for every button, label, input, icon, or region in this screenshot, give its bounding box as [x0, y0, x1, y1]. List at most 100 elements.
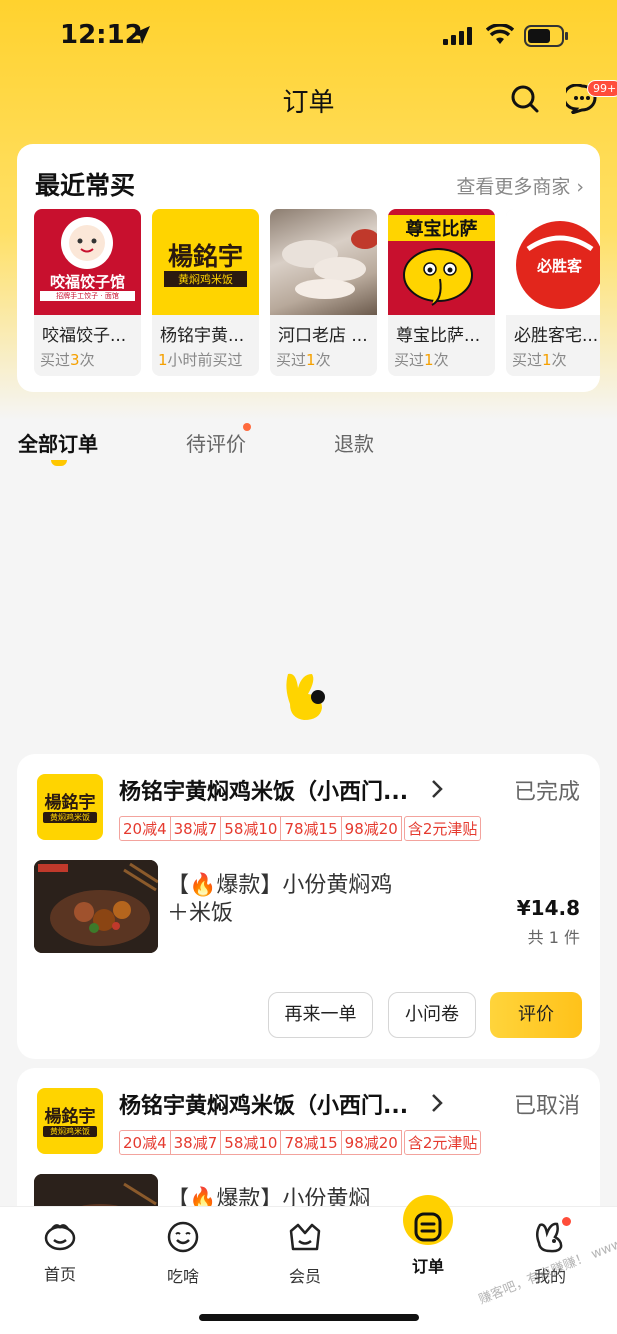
shop-purchase-info: 买过1次: [270, 346, 377, 370]
tab-home[interactable]: 首页: [15, 1221, 105, 1285]
elephant-mascot-icon: [403, 248, 473, 306]
shop-name: 尊宝比萨...: [396, 326, 481, 346]
subsidy-tag: 含2元津贴: [403, 816, 482, 841]
purchase-count: 1: [306, 351, 316, 369]
shop-item[interactable]: 河口老店 ... 买过1次: [270, 209, 377, 376]
promo-tag: 20减4: [119, 1130, 171, 1155]
shop-photo: [270, 209, 377, 315]
order-shop-name[interactable]: 杨铭宇黄焖鸡米饭（小西门...: [119, 774, 408, 806]
order-list-icon: [414, 1212, 442, 1242]
chevron-right-icon: ›: [576, 176, 584, 198]
shop-item[interactable]: 必胜客 必胜客宅... 买过1次: [506, 209, 600, 376]
shop-logo-subtext: 黄焖鸡米饭: [164, 271, 247, 287]
shop-logo: 尊宝比萨: [388, 209, 495, 315]
wifi-icon: [486, 24, 514, 44]
shop-logo: 必胜客: [506, 209, 600, 315]
shop-purchase-info: 1小时前买过: [152, 346, 259, 370]
purchase-count: 1: [424, 351, 434, 369]
view-more-label: 查看更多商家: [456, 176, 571, 198]
shop-logo-text: 楊銘宇: [44, 793, 96, 813]
order-status: 已完成: [513, 780, 580, 805]
shop-purchase-info: 买过1次: [506, 346, 600, 370]
purchase-suffix: 次: [315, 351, 331, 369]
me-notification-dot: [562, 1217, 571, 1226]
purchase-count: 1: [158, 351, 168, 369]
shop-logo-subtext: 黄焖鸡米饭: [43, 1126, 97, 1137]
pending-review-dot: [243, 423, 251, 431]
smile-face-icon: [167, 1221, 199, 1253]
order-price: ¥14.8: [516, 896, 580, 920]
shop-purchase-info: 买过3次: [34, 346, 141, 370]
order-item-count: 共 1 件: [527, 928, 580, 947]
tab-label: 吃啥: [166, 1267, 199, 1286]
seafood-photo-icon: [282, 229, 377, 299]
braised-chicken-photo-icon: [34, 860, 158, 953]
tab-what-to-eat[interactable]: 吃啥: [138, 1221, 228, 1287]
chevron-right-icon[interactable]: [430, 1092, 444, 1114]
shop-name: 杨铭宇黄...: [160, 326, 245, 346]
view-more-shops-link[interactable]: 查看更多商家 ›: [456, 172, 584, 199]
order-card[interactable]: 楊銘宇 黄焖鸡米饭 杨铭宇黄焖鸡米饭（小西门... 已完成 20减4 38减7 …: [17, 754, 600, 1059]
promo-tag: 78减15: [281, 816, 342, 841]
shop-item[interactable]: 楊銘宇 黄焖鸡米饭 杨铭宇黄... 1小时前买过: [152, 209, 259, 376]
purchase-prefix: 买过: [276, 351, 307, 369]
tab-label: 订单: [411, 1257, 444, 1276]
shop-logo-subtext: 黄焖鸡米饭: [43, 812, 97, 823]
survey-button[interactable]: 小问卷: [388, 992, 476, 1038]
purchase-suffix: 次: [79, 351, 95, 369]
shop-logo-subtext: 招牌手工饺子 · 面馆: [40, 291, 135, 301]
review-button[interactable]: 评价: [490, 992, 582, 1038]
tab-pending-review[interactable]: 待评价: [186, 428, 246, 457]
shop-item[interactable]: 尊宝比萨 尊宝比萨... 买过1次: [388, 209, 495, 376]
recent-shops-list: 咬福饺子馆 招牌手工饺子 · 面馆 咬福饺子... 买过3次 楊銘宇 黄焖鸡米饭…: [34, 209, 600, 379]
tab-label: 会员: [288, 1267, 321, 1286]
promo-tag: 58减10: [221, 816, 282, 841]
order-shop-name[interactable]: 杨铭宇黄焖鸡米饭（小西门...: [119, 1088, 408, 1120]
cellular-signal-icon: [443, 27, 472, 45]
recent-title: 最近常买: [35, 171, 136, 200]
purchase-count: 3: [70, 351, 80, 369]
promo-tag: 98减20: [341, 816, 402, 841]
shop-logo: 楊銘宇 黄焖鸡米饭: [152, 209, 259, 315]
shop-logo-text: 必胜客: [536, 257, 582, 275]
shop-name: 咬福饺子...: [42, 326, 127, 346]
home-face-icon: [44, 1224, 76, 1251]
tab-label: 首页: [43, 1265, 76, 1284]
promo-tag: 98减20: [341, 1130, 402, 1155]
battery-icon: [524, 25, 568, 47]
tab-orders[interactable]: 订单: [383, 1212, 473, 1277]
purchase-suffix: 次: [551, 351, 567, 369]
purchase-prefix: 买过: [394, 351, 425, 369]
promo-tag: 38减7: [170, 1130, 222, 1155]
active-tab-indicator: [51, 460, 67, 466]
promo-tag: 20减4: [119, 816, 171, 841]
shop-name: 必胜客宅...: [514, 326, 599, 346]
tab-refund[interactable]: 退款: [334, 428, 374, 457]
message-count-badge: 99+: [587, 80, 617, 97]
search-icon[interactable]: [510, 84, 540, 114]
shop-logo: 楊銘宇 黄焖鸡米饭: [37, 1088, 103, 1154]
chevron-right-icon[interactable]: [430, 778, 444, 800]
location-arrow-icon: [132, 26, 150, 44]
purchase-prefix: 买过: [512, 351, 543, 369]
purchase-suffix: 小时前买过: [167, 351, 243, 369]
loading-mascot-icon: [286, 673, 325, 720]
tab-membership[interactable]: 会员: [260, 1221, 350, 1287]
purchase-count: 1: [542, 351, 552, 369]
order-status: 已取消: [513, 1094, 580, 1119]
shop-logo: 咬福饺子馆 招牌手工饺子 · 面馆: [34, 209, 141, 315]
status-bar: 12:12: [0, 0, 617, 72]
reorder-button[interactable]: 再来一单: [268, 992, 373, 1038]
shop-logo-text: 楊銘宇: [167, 242, 243, 271]
promo-tag: 58减10: [221, 1130, 282, 1155]
dish-name: 【🔥爆款】小份黄焖鸡＋米饭: [167, 873, 393, 926]
subsidy-tag: 含2元津贴: [403, 1130, 482, 1155]
home-indicator[interactable]: [199, 1314, 419, 1321]
tab-all-orders[interactable]: 全部订单: [18, 428, 98, 457]
crown-icon: [289, 1223, 321, 1251]
shop-item[interactable]: 咬福饺子馆 招牌手工饺子 · 面馆 咬福饺子... 买过3次: [34, 209, 141, 376]
promo-tag: 78减15: [281, 1130, 342, 1155]
shop-purchase-info: 买过1次: [388, 346, 495, 370]
promo-tag: 38减7: [170, 816, 222, 841]
promo-tags: 20减4 38减7 58减10 78减15 98减20 含2元津贴: [119, 816, 482, 841]
